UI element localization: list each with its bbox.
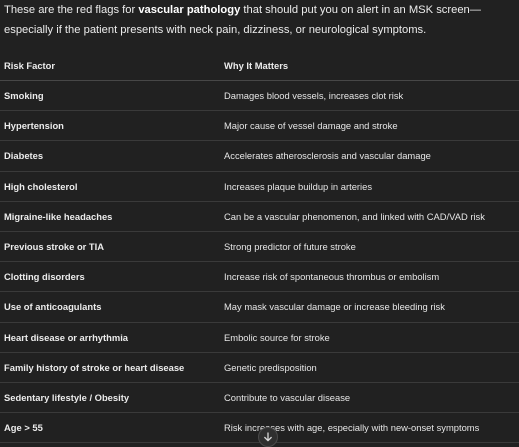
- risk-factor-cell: Use of anticoagulants: [4, 301, 102, 313]
- table-row: Clotting disorders Increase risk of spont…: [0, 262, 519, 293]
- arrow-down-icon: [264, 432, 272, 442]
- table-row: Use of anticoagulants May mask vascular d…: [0, 292, 519, 323]
- why-it-matters-cell: Damages blood vessels, increases clot ri…: [224, 90, 404, 102]
- intro-paragraph: These are the red flags for vascular pat…: [4, 1, 514, 40]
- table-header-row: Risk Factor Why It Matters: [0, 51, 519, 81]
- risk-factor-cell: Previous stroke or TIA: [4, 241, 105, 253]
- risk-factor-cell: Sedentary lifestyle / Obesity: [4, 391, 130, 403]
- risk-factor-cell: Heart disease or arrhythmia: [4, 331, 129, 343]
- risk-factor-cell: Diabetes: [4, 150, 44, 162]
- risk-factor-cell: Clotting disorders: [4, 271, 85, 283]
- why-it-matters-cell: Accelerates atherosclerosis and vascular…: [224, 150, 431, 162]
- why-it-matters-cell: Embolic source for stroke: [224, 331, 330, 343]
- why-it-matters-cell: Strong predictor of future stroke: [224, 241, 356, 253]
- scroll-down-button[interactable]: [258, 427, 278, 447]
- intro-text-start: These are the red flags for: [4, 4, 139, 16]
- table-row: Heart disease or arrhythmia Embolic sourc…: [0, 323, 519, 353]
- why-it-matters-cell: Contribute to vascular disease: [224, 391, 351, 403]
- table-row: Diabetes Accelerates atherosclerosis and …: [0, 141, 519, 172]
- why-it-matters-cell: Major cause of vessel damage and stroke: [224, 120, 398, 132]
- risk-factor-table: Risk Factor Why It Matters Smoking Damage…: [0, 51, 519, 444]
- why-it-matters-cell: Can be a vascular phenomenon, and linked…: [224, 210, 485, 222]
- risk-factor-cell: High cholesterol: [4, 180, 78, 192]
- why-it-matters-cell: Increase risk of spontaneous thrombus or…: [224, 271, 440, 283]
- table-row: Sedentary lifestyle / Obesity Contribute …: [0, 383, 519, 414]
- table-row: Smoking Damages blood vessels, increases …: [0, 81, 519, 112]
- table-row: Previous stroke or TIA Strong predictor o…: [0, 232, 519, 263]
- table-row: High cholesterol Increases plaque buildup…: [0, 172, 519, 202]
- risk-factor-cell: Family history of stroke or heart diseas…: [4, 361, 185, 373]
- risk-factor-cell: Hypertension: [4, 120, 64, 132]
- intro-bold-term: vascular pathology: [138, 4, 241, 16]
- why-it-matters-cell: Genetic predisposition: [224, 361, 317, 373]
- risk-factor-cell: Smoking: [4, 90, 44, 102]
- risk-factor-cell: Migraine-like headaches: [4, 210, 113, 222]
- table-row: Family history of stroke or heart diseas…: [0, 353, 519, 383]
- why-it-matters-cell: Increases plaque buildup in arteries: [224, 180, 373, 192]
- header-risk-factor: Risk Factor: [4, 60, 56, 71]
- why-it-matters-cell: May mask vascular damage or increase ble…: [224, 301, 445, 313]
- table-row: Migraine-like headaches Can be a vascular…: [0, 202, 519, 232]
- header-why-it-matters: Why It Matters: [224, 60, 289, 71]
- risk-factor-cell: Age > 55: [4, 422, 43, 434]
- table-row: Hypertension Major cause of vessel damage…: [0, 111, 519, 142]
